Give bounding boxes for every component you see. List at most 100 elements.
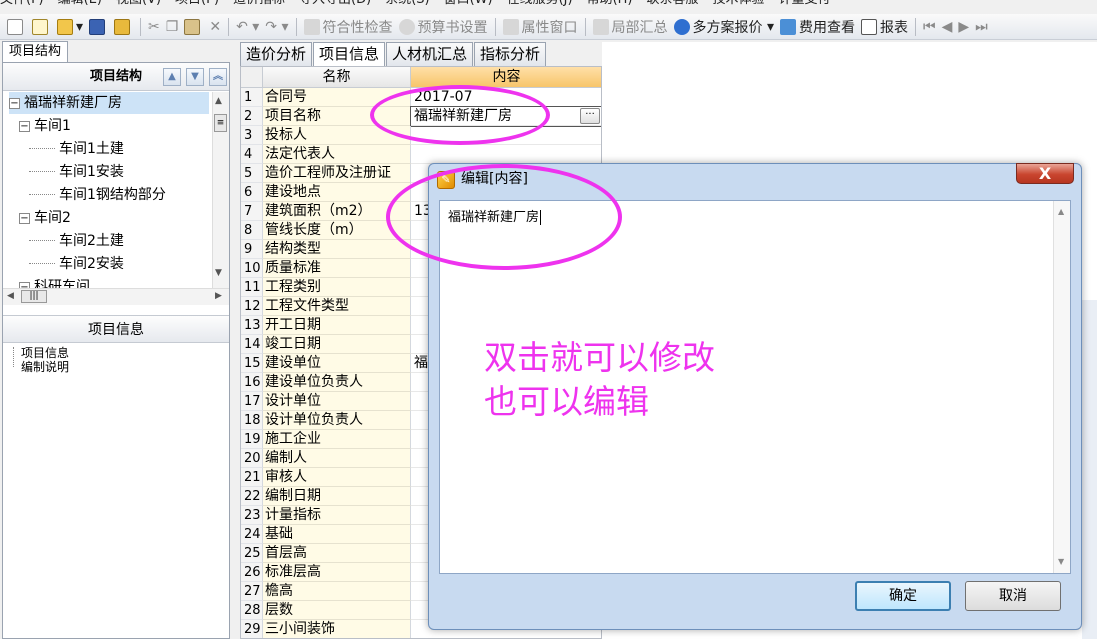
scroll-left-icon[interactable]: ◀ xyxy=(7,291,14,301)
first-record-icon[interactable]: ⏮ xyxy=(920,16,939,38)
hscroll-thumb[interactable]: ||| xyxy=(21,290,47,303)
scroll-right-icon[interactable]: ▶ xyxy=(215,291,222,301)
row-number: 2 xyxy=(241,107,263,126)
save-icon[interactable] xyxy=(86,16,111,38)
tree-item-label: 车间1土建 xyxy=(59,141,124,157)
textarea-scrollbar[interactable]: ▲ ▼ xyxy=(1053,201,1070,573)
tab-indicator-analysis[interactable]: 指标分析 xyxy=(474,42,547,66)
collapse-toggle-icon[interactable]: − xyxy=(19,213,30,224)
properties-window-button[interactable]: 属性窗口 xyxy=(500,16,581,38)
move-up-icon[interactable]: ▲ xyxy=(163,68,181,86)
scroll-thumb[interactable]: ≡ xyxy=(214,114,227,132)
row-number: 11 xyxy=(241,278,263,297)
scroll-up-icon[interactable]: ▲ xyxy=(1058,207,1064,216)
row-number: 7 xyxy=(241,202,263,221)
toolbar-separator xyxy=(140,17,142,36)
sum-icon xyxy=(592,18,609,35)
prev-record-icon[interactable]: ◀ xyxy=(939,16,956,38)
budget-settings-button[interactable]: 预算书设置 xyxy=(396,16,491,38)
tree-item[interactable]: − 福瑞祥新建厂房 xyxy=(9,92,209,114)
open-folder-icon[interactable]: ▾ xyxy=(54,16,86,38)
delete-icon[interactable]: ✕ xyxy=(206,16,224,38)
paste-icon[interactable] xyxy=(181,16,206,38)
tree-item[interactable]: − 车间1 xyxy=(19,115,209,137)
annotation-text: 双击就可以修改 也可以编辑 xyxy=(484,336,715,424)
new-project-icon[interactable] xyxy=(29,16,54,38)
ellipsis-edit-button[interactable]: ··· xyxy=(580,108,600,124)
column-header-name[interactable]: 名称 xyxy=(263,67,411,88)
project-tree: − 福瑞祥新建厂房 − 车间1 车间1土建 车间1安装 车间1钢结构部分 − 车间2 车间2土建车… xyxy=(3,92,213,288)
menu-item[interactable]: 窗口(W) xyxy=(444,0,493,6)
tree-item[interactable]: 车间1安装 xyxy=(29,161,209,183)
menu-item[interactable]: 联系客服 xyxy=(647,0,699,6)
tree-item[interactable]: − 科研车间 xyxy=(19,276,209,288)
main-scrollbar[interactable] xyxy=(1082,300,1097,639)
last-record-icon[interactable]: ⏭ xyxy=(972,16,991,38)
menu-item[interactable]: 计量支付 xyxy=(779,0,831,6)
cell-name: 竣工日期 xyxy=(263,335,411,354)
scroll-down-icon[interactable]: ▼ xyxy=(1058,557,1064,566)
menu-item[interactable]: 造价指标 xyxy=(233,0,285,6)
move-down-icon[interactable]: ▼ xyxy=(186,68,204,86)
folder-icon[interactable] xyxy=(111,16,136,38)
menu-item[interactable]: 文件(F) xyxy=(0,0,44,6)
tree-horizontal-scrollbar[interactable]: ◀ ||| ▶ xyxy=(3,288,229,305)
multi-plan-quote-button[interactable]: 多方案报价 ▾ xyxy=(671,16,777,38)
collapse-toggle-icon[interactable]: − xyxy=(9,98,20,109)
scroll-up-icon[interactable]: ▲ xyxy=(215,96,222,106)
fee-view-button[interactable]: 费用查看 xyxy=(777,16,858,38)
undo-icon[interactable]: ↶ ▾ xyxy=(233,16,262,38)
tree-item[interactable]: 车间2土建 xyxy=(29,230,209,252)
tree-item-label: 科研车间 xyxy=(34,279,90,288)
tree-header: 项目结构 ▲ ▼ ︽ xyxy=(3,63,229,91)
menu-item[interactable]: 导入导出(D) xyxy=(299,0,371,6)
row-number: 26 xyxy=(241,563,263,582)
copy-icon[interactable]: ❐ xyxy=(163,16,182,38)
row-number: 20 xyxy=(241,449,263,468)
cell-name: 质量标准 xyxy=(263,259,411,278)
row-number-header xyxy=(241,67,263,88)
tab-cost-analysis[interactable]: 造价分析 xyxy=(240,42,313,66)
report-button[interactable]: 报表 xyxy=(858,16,911,38)
ok-button[interactable]: 确定 xyxy=(855,581,951,611)
cell-name: 开工日期 xyxy=(263,316,411,335)
redo-icon[interactable]: ↷ ▾ xyxy=(262,16,291,38)
collapse-toggle-icon[interactable]: − xyxy=(19,121,30,132)
collapse-panel-icon[interactable]: ︽ xyxy=(209,68,227,86)
cell-value[interactable] xyxy=(411,145,601,164)
tree-item[interactable]: 车间1钢结构部分 xyxy=(29,184,209,206)
compliance-check-button[interactable]: 符合性检查 xyxy=(301,16,396,38)
tab-labor-material-summary[interactable]: 人材机汇总 xyxy=(386,42,474,66)
menu-item[interactable]: 项目(P) xyxy=(175,0,219,6)
tree-item-label: 车间1 xyxy=(34,118,71,134)
cancel-button[interactable]: 取消 xyxy=(965,581,1061,611)
row-number: 9 xyxy=(241,240,263,259)
tab-project-structure[interactable]: 项目结构 xyxy=(2,41,69,63)
info-item-project-info[interactable]: 项目信息 xyxy=(21,346,69,360)
menu-item[interactable]: 编辑(E) xyxy=(58,0,102,6)
menu-item[interactable]: 系统(S) xyxy=(385,0,429,6)
next-record-icon[interactable]: ▶ xyxy=(955,16,972,38)
partial-summary-label: 局部汇总 xyxy=(611,19,668,36)
menu-item[interactable]: 视图(V) xyxy=(116,0,161,6)
new-file-icon[interactable] xyxy=(4,16,29,38)
tree-item[interactable]: − 车间2 xyxy=(19,207,209,229)
info-item-compile-notes[interactable]: 编制说明 xyxy=(21,360,69,374)
tree-item[interactable]: 车间1土建 xyxy=(29,138,209,160)
tab-project-info[interactable]: 项目信息 xyxy=(313,42,386,67)
partial-summary-button[interactable]: 局部汇总 xyxy=(590,16,671,38)
toolbar-separator xyxy=(584,17,586,36)
cell-name: 首层高 xyxy=(263,544,411,563)
tree-item[interactable]: 车间2安装 xyxy=(29,253,209,275)
menu-item[interactable]: 技术体验 xyxy=(713,0,765,6)
row-number: 10 xyxy=(241,259,263,278)
cell-name: 法定代表人 xyxy=(263,145,411,164)
menu-item[interactable]: 在线服务(J) xyxy=(507,0,573,6)
row-number: 8 xyxy=(241,221,263,240)
scroll-down-icon[interactable]: ▼ xyxy=(215,268,222,278)
menu-item[interactable]: 帮助(H) xyxy=(587,0,633,6)
cut-icon[interactable]: ✂ xyxy=(145,16,163,38)
close-button[interactable]: X xyxy=(1016,163,1074,184)
table-row[interactable]: 4 法定代表人 xyxy=(241,145,601,164)
tree-vertical-scrollbar[interactable]: ▲ ≡ ▼ xyxy=(212,92,229,288)
